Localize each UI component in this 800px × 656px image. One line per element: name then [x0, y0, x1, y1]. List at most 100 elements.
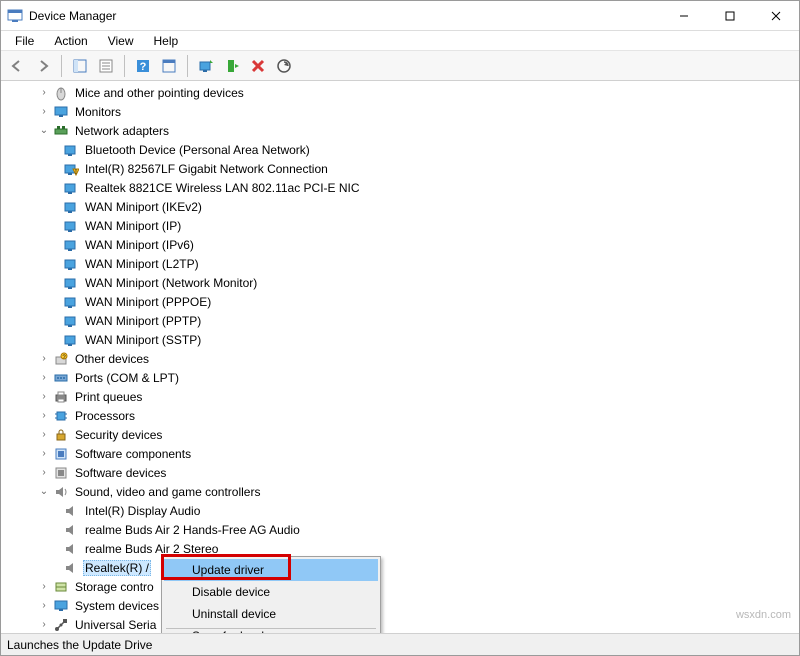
- menu-file[interactable]: File: [5, 32, 44, 50]
- adapter-icon: [63, 199, 79, 215]
- chevron-right-icon[interactable]: ›: [37, 105, 51, 119]
- tree-item-realtek-audio[interactable]: Realtek(R) /: [1, 558, 799, 577]
- status-text: Launches the Update Drive: [7, 638, 152, 652]
- minimize-button[interactable]: [661, 1, 707, 30]
- tree-item-sound-controllers[interactable]: ⌄ Sound, video and game controllers: [1, 482, 799, 501]
- chevron-right-icon[interactable]: ›: [37, 599, 51, 613]
- tree-label: WAN Miniport (PPTP): [83, 313, 203, 329]
- chevron-right-icon[interactable]: ›: [37, 447, 51, 461]
- toolbar: ?: [1, 51, 799, 81]
- scan-hardware-button[interactable]: [272, 54, 296, 78]
- chevron-right-icon[interactable]: ›: [37, 409, 51, 423]
- tree-item-wan-pppoe[interactable]: WAN Miniport (PPPOE): [1, 292, 799, 311]
- tree-item-software-components[interactable]: ›Software components: [1, 444, 799, 463]
- tree-item-network-adapters[interactable]: ⌄ Network adapters: [1, 121, 799, 140]
- tree-item-ports[interactable]: ›Ports (COM & LPT): [1, 368, 799, 387]
- menu-action[interactable]: Action: [44, 32, 97, 50]
- chevron-right-icon[interactable]: ›: [37, 580, 51, 594]
- tree-label: Software devices: [73, 465, 168, 481]
- adapter-icon: [63, 142, 79, 158]
- tree-item-intel-audio[interactable]: Intel(R) Display Audio: [1, 501, 799, 520]
- app-icon: [7, 8, 23, 24]
- window-title: Device Manager: [29, 9, 661, 23]
- chevron-right-icon[interactable]: ›: [37, 428, 51, 442]
- tree-item-bluetooth[interactable]: Bluetooth Device (Personal Area Network): [1, 140, 799, 159]
- close-button[interactable]: [753, 1, 799, 30]
- properties-button[interactable]: [94, 54, 118, 78]
- chevron-right-icon[interactable]: ›: [37, 466, 51, 480]
- tree-label: Network adapters: [73, 123, 171, 139]
- chevron-right-icon[interactable]: ›: [37, 352, 51, 366]
- tree-item-security-devices[interactable]: › Security devices: [1, 425, 799, 444]
- tree-item-software-devices[interactable]: › Software devices: [1, 463, 799, 482]
- action-button[interactable]: [157, 54, 181, 78]
- device-tree[interactable]: › Mice and other pointing devices › Moni…: [1, 81, 799, 633]
- chevron-right-icon[interactable]: ›: [37, 390, 51, 404]
- update-driver-button[interactable]: [194, 54, 218, 78]
- uninstall-device-button[interactable]: [246, 54, 270, 78]
- back-button[interactable]: [5, 54, 29, 78]
- tree-label: Monitors: [73, 104, 123, 120]
- tree-label: WAN Miniport (IP): [83, 218, 183, 234]
- speaker-icon: [63, 541, 79, 557]
- tree-item-realtek-wifi[interactable]: Realtek 8821CE Wireless LAN 802.11ac PCI…: [1, 178, 799, 197]
- maximize-button[interactable]: [707, 1, 753, 30]
- tree-item-processors[interactable]: ›Processors: [1, 406, 799, 425]
- tree-label: WAN Miniport (IKEv2): [83, 199, 204, 215]
- chevron-down-icon[interactable]: ⌄: [37, 124, 51, 138]
- tree-item-wan-netmon[interactable]: WAN Miniport (Network Monitor): [1, 273, 799, 292]
- tree-item-wan-ipv6[interactable]: WAN Miniport (IPv6): [1, 235, 799, 254]
- speaker-icon: [63, 560, 79, 576]
- adapter-icon: [63, 256, 79, 272]
- tree-label: realme Buds Air 2 Hands-Free AG Audio: [83, 522, 302, 538]
- chevron-right-icon[interactable]: ›: [37, 86, 51, 100]
- tree-item-wan-sstp[interactable]: WAN Miniport (SSTP): [1, 330, 799, 349]
- tree-item-wan-ikev2[interactable]: WAN Miniport (IKEv2): [1, 197, 799, 216]
- chevron-right-icon[interactable]: ›: [37, 371, 51, 385]
- tree-item-intel-gigabit[interactable]: !Intel(R) 82567LF Gigabit Network Connec…: [1, 159, 799, 178]
- tree-item-realme-ag[interactable]: realme Buds Air 2 Hands-Free AG Audio: [1, 520, 799, 539]
- storage-icon: [53, 579, 69, 595]
- menu-view[interactable]: View: [98, 32, 144, 50]
- tree-item-storage-controllers[interactable]: ›Storage contro: [1, 577, 799, 596]
- tree-item-monitors[interactable]: › Monitors: [1, 102, 799, 121]
- menu-help[interactable]: Help: [144, 32, 189, 50]
- help-button[interactable]: ?: [131, 54, 155, 78]
- context-update-driver[interactable]: Update driver: [164, 559, 378, 581]
- software-device-icon: [53, 465, 69, 481]
- context-menu: Update driver Disable device Uninstall d…: [161, 556, 381, 633]
- tree-label: Mice and other pointing devices: [73, 85, 246, 101]
- usb-icon: [53, 617, 69, 633]
- forward-button[interactable]: [31, 54, 55, 78]
- tree-label: WAN Miniport (IPv6): [83, 237, 196, 253]
- tree-item-wan-ip[interactable]: WAN Miniport (IP): [1, 216, 799, 235]
- tree-item-realme-stereo[interactable]: realme Buds Air 2 Stereo: [1, 539, 799, 558]
- tree-item-system-devices[interactable]: ›System devices: [1, 596, 799, 615]
- ports-icon: [53, 370, 69, 386]
- processor-icon: [53, 408, 69, 424]
- toolbar-separator: [187, 55, 188, 77]
- tree-item-usb[interactable]: ›Universal Seria: [1, 615, 799, 633]
- window-controls: [661, 1, 799, 30]
- tree-item-wan-pptp[interactable]: WAN Miniport (PPTP): [1, 311, 799, 330]
- tree-item-other-devices[interactable]: ›?Other devices: [1, 349, 799, 368]
- enable-device-button[interactable]: [220, 54, 244, 78]
- context-uninstall-device[interactable]: Uninstall device: [164, 603, 378, 625]
- other-devices-icon: ?: [53, 351, 69, 367]
- context-disable-device[interactable]: Disable device: [164, 581, 378, 603]
- tree-label: Other devices: [73, 351, 151, 367]
- adapter-icon: [63, 313, 79, 329]
- show-hide-tree-button[interactable]: [68, 54, 92, 78]
- toolbar-separator: [61, 55, 62, 77]
- tree-label: WAN Miniport (Network Monitor): [83, 275, 259, 291]
- chevron-right-icon[interactable]: ›: [37, 618, 51, 632]
- adapter-icon: [63, 180, 79, 196]
- tree-label: Security devices: [73, 427, 164, 443]
- tree-item-wan-l2tp[interactable]: WAN Miniport (L2TP): [1, 254, 799, 273]
- chevron-down-icon[interactable]: ⌄: [37, 485, 51, 499]
- titlebar: Device Manager: [1, 1, 799, 31]
- tree-item-mice[interactable]: › Mice and other pointing devices: [1, 83, 799, 102]
- tree-label: Bluetooth Device (Personal Area Network): [83, 142, 312, 158]
- context-scan-hardware[interactable]: Scan for hardware changes: [164, 632, 378, 633]
- tree-item-print-queues[interactable]: ›Print queues: [1, 387, 799, 406]
